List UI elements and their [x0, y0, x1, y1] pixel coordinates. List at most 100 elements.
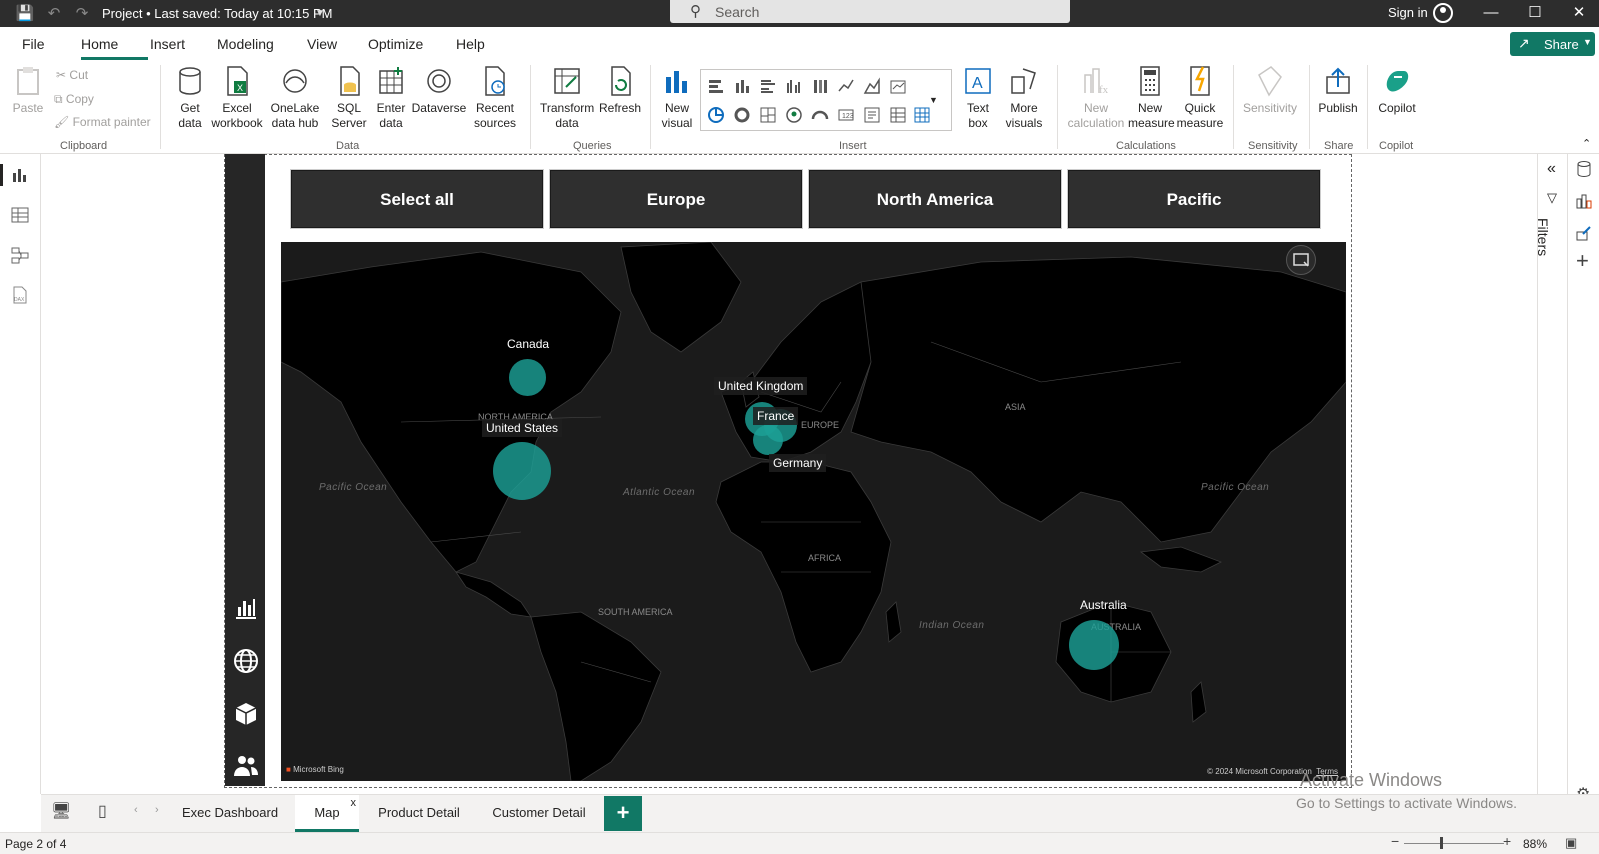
- more-visuals-button[interactable]: More visuals: [1000, 65, 1048, 131]
- page-tab-map[interactable]: Map x: [295, 795, 359, 832]
- close-page-icon[interactable]: x: [351, 785, 357, 821]
- page-tab-exec-dashboard[interactable]: Exec Dashboard: [174, 795, 286, 832]
- tab-insert[interactable]: Insert: [150, 36, 185, 52]
- sql-server-button[interactable]: SQL Server: [331, 65, 367, 131]
- add-pane-icon[interactable]: +: [1576, 248, 1589, 274]
- prev-page-icon[interactable]: ‹: [134, 804, 138, 816]
- map-bubble-canada[interactable]: [509, 359, 546, 396]
- data-pane-icon[interactable]: [1575, 160, 1593, 178]
- table-visual-icon[interactable]: [889, 106, 907, 124]
- page-tab-customer-detail[interactable]: Customer Detail: [481, 795, 597, 832]
- multi-row-card-icon[interactable]: [863, 106, 881, 124]
- dataverse-button[interactable]: Dataverse: [411, 65, 467, 116]
- close-icon[interactable]: ✕: [1556, 2, 1599, 24]
- focus-mode-button[interactable]: [1286, 245, 1316, 275]
- desktop-layout-icon[interactable]: 🖥: [51, 801, 71, 821]
- zoom-slider-track[interactable]: [1404, 843, 1504, 844]
- onelake-button[interactable]: OneLake data hub: [268, 65, 322, 131]
- recent-sources-button[interactable]: Recent sources: [470, 65, 520, 131]
- tab-view[interactable]: View: [307, 36, 337, 52]
- transform-data-button[interactable]: Transform data: [540, 65, 594, 131]
- title-dropdown-icon[interactable]: ▼: [310, 4, 330, 24]
- gauge-icon[interactable]: [811, 106, 829, 124]
- paste-button[interactable]: Paste: [10, 65, 46, 116]
- people-nav-icon[interactable]: [233, 752, 259, 778]
- refresh-button[interactable]: Refresh: [598, 65, 642, 116]
- map-visual[interactable]: Pacific Ocean Pacific Ocean Atlantic Oce…: [281, 242, 1346, 781]
- tab-optimize[interactable]: Optimize: [368, 36, 423, 52]
- new-visual-button[interactable]: New visual: [658, 65, 696, 131]
- mobile-layout-icon[interactable]: ▯: [98, 801, 107, 821]
- enter-data-button[interactable]: Enter data: [373, 65, 409, 131]
- expand-filters-icon[interactable]: «: [1547, 160, 1556, 178]
- slicer-pacific-button[interactable]: Pacific: [1068, 170, 1320, 228]
- next-page-icon[interactable]: ›: [155, 804, 159, 816]
- new-measure-button[interactable]: New measure: [1128, 65, 1175, 131]
- line-column-icon[interactable]: [889, 77, 907, 95]
- get-data-button[interactable]: Get data: [172, 65, 208, 131]
- donut-chart-icon[interactable]: [733, 106, 751, 124]
- slicer-north-america-button[interactable]: North America: [809, 170, 1061, 228]
- zoom-out-icon[interactable]: −: [1391, 833, 1399, 849]
- bar-chart-nav-icon[interactable]: [233, 595, 259, 621]
- search-box[interactable]: ⚲ Search: [670, 0, 1070, 23]
- tab-home[interactable]: Home: [81, 36, 118, 52]
- slicer-europe-button[interactable]: Europe: [550, 170, 802, 228]
- treemap-icon[interactable]: [759, 106, 777, 124]
- paste-label: Paste: [12, 101, 44, 115]
- clustered-bar-icon[interactable]: [759, 77, 777, 95]
- card-icon[interactable]: 123: [837, 106, 855, 124]
- copilot-button[interactable]: Copilot: [1374, 65, 1420, 116]
- pie-chart-icon[interactable]: [707, 106, 725, 124]
- sensitivity-button[interactable]: Sensitivity: [1240, 65, 1300, 116]
- undo-icon[interactable]: ↶: [44, 4, 64, 24]
- account-icon[interactable]: [1433, 3, 1453, 23]
- share-button[interactable]: ↗ Share ▼: [1510, 32, 1595, 56]
- visualizations-pane-icon[interactable]: [1575, 192, 1593, 210]
- stacked-100-column-icon[interactable]: [811, 77, 829, 95]
- zoom-in-icon[interactable]: +: [1503, 833, 1511, 849]
- format-pane-icon[interactable]: [1575, 224, 1593, 242]
- map-bubble-australia[interactable]: [1069, 620, 1119, 670]
- page-tab-product-detail[interactable]: Product Detail: [364, 795, 474, 832]
- fit-to-page-icon[interactable]: ▣: [1565, 835, 1577, 851]
- matrix-icon[interactable]: [913, 106, 931, 124]
- stacked-column-icon[interactable]: [733, 77, 751, 95]
- quick-measure-button[interactable]: Quick measure: [1176, 65, 1224, 131]
- filters-pane-label[interactable]: Filters: [1535, 218, 1551, 256]
- sign-in-link[interactable]: Sign in: [1388, 5, 1428, 20]
- line-chart-icon[interactable]: [837, 77, 855, 95]
- map-bubble-united-states[interactable]: [493, 442, 551, 500]
- new-calculation-button[interactable]: fx New calculation: [1066, 65, 1126, 131]
- tab-file[interactable]: File: [22, 36, 45, 52]
- slicer-select-all-button[interactable]: Select all: [291, 170, 543, 228]
- cut-button[interactable]: ✂ Cut: [56, 68, 88, 82]
- minimize-icon[interactable]: —: [1468, 2, 1514, 24]
- globe-nav-icon[interactable]: [233, 648, 259, 674]
- add-page-button[interactable]: +: [604, 796, 642, 831]
- format-painter-button[interactable]: 🖌 Format painter: [54, 115, 151, 129]
- stacked-bar-icon[interactable]: [707, 77, 725, 95]
- tab-modeling[interactable]: Modeling: [217, 36, 274, 52]
- tab-help[interactable]: Help: [456, 36, 485, 52]
- copy-button[interactable]: ⧉ Copy: [54, 92, 94, 107]
- window-title[interactable]: Project • Last saved: Today at 10:15 PM: [102, 6, 333, 21]
- table-view-icon[interactable]: [10, 205, 30, 225]
- publish-button[interactable]: Publish: [1316, 65, 1360, 116]
- text-box-button[interactable]: A Text box: [962, 65, 994, 131]
- collapse-ribbon-icon[interactable]: ⌃: [1582, 137, 1591, 150]
- map-visual-icon[interactable]: [785, 106, 803, 124]
- map-bubble-france[interactable]: [753, 425, 783, 455]
- excel-workbook-button[interactable]: X Excel workbook: [211, 65, 263, 131]
- model-view-icon[interactable]: [10, 245, 30, 265]
- clustered-column-icon[interactable]: [785, 77, 803, 95]
- save-icon[interactable]: 💾: [15, 4, 35, 24]
- area-chart-icon[interactable]: [863, 77, 881, 95]
- dax-query-view-icon[interactable]: DAX: [10, 285, 30, 305]
- redo-icon[interactable]: ↷: [72, 4, 92, 24]
- maximize-icon[interactable]: ☐: [1512, 2, 1558, 24]
- gallery-expand-icon[interactable]: ▼: [929, 95, 938, 105]
- report-view-icon[interactable]: [10, 165, 30, 185]
- zoom-slider-thumb[interactable]: [1440, 837, 1443, 849]
- box-nav-icon[interactable]: [233, 700, 259, 726]
